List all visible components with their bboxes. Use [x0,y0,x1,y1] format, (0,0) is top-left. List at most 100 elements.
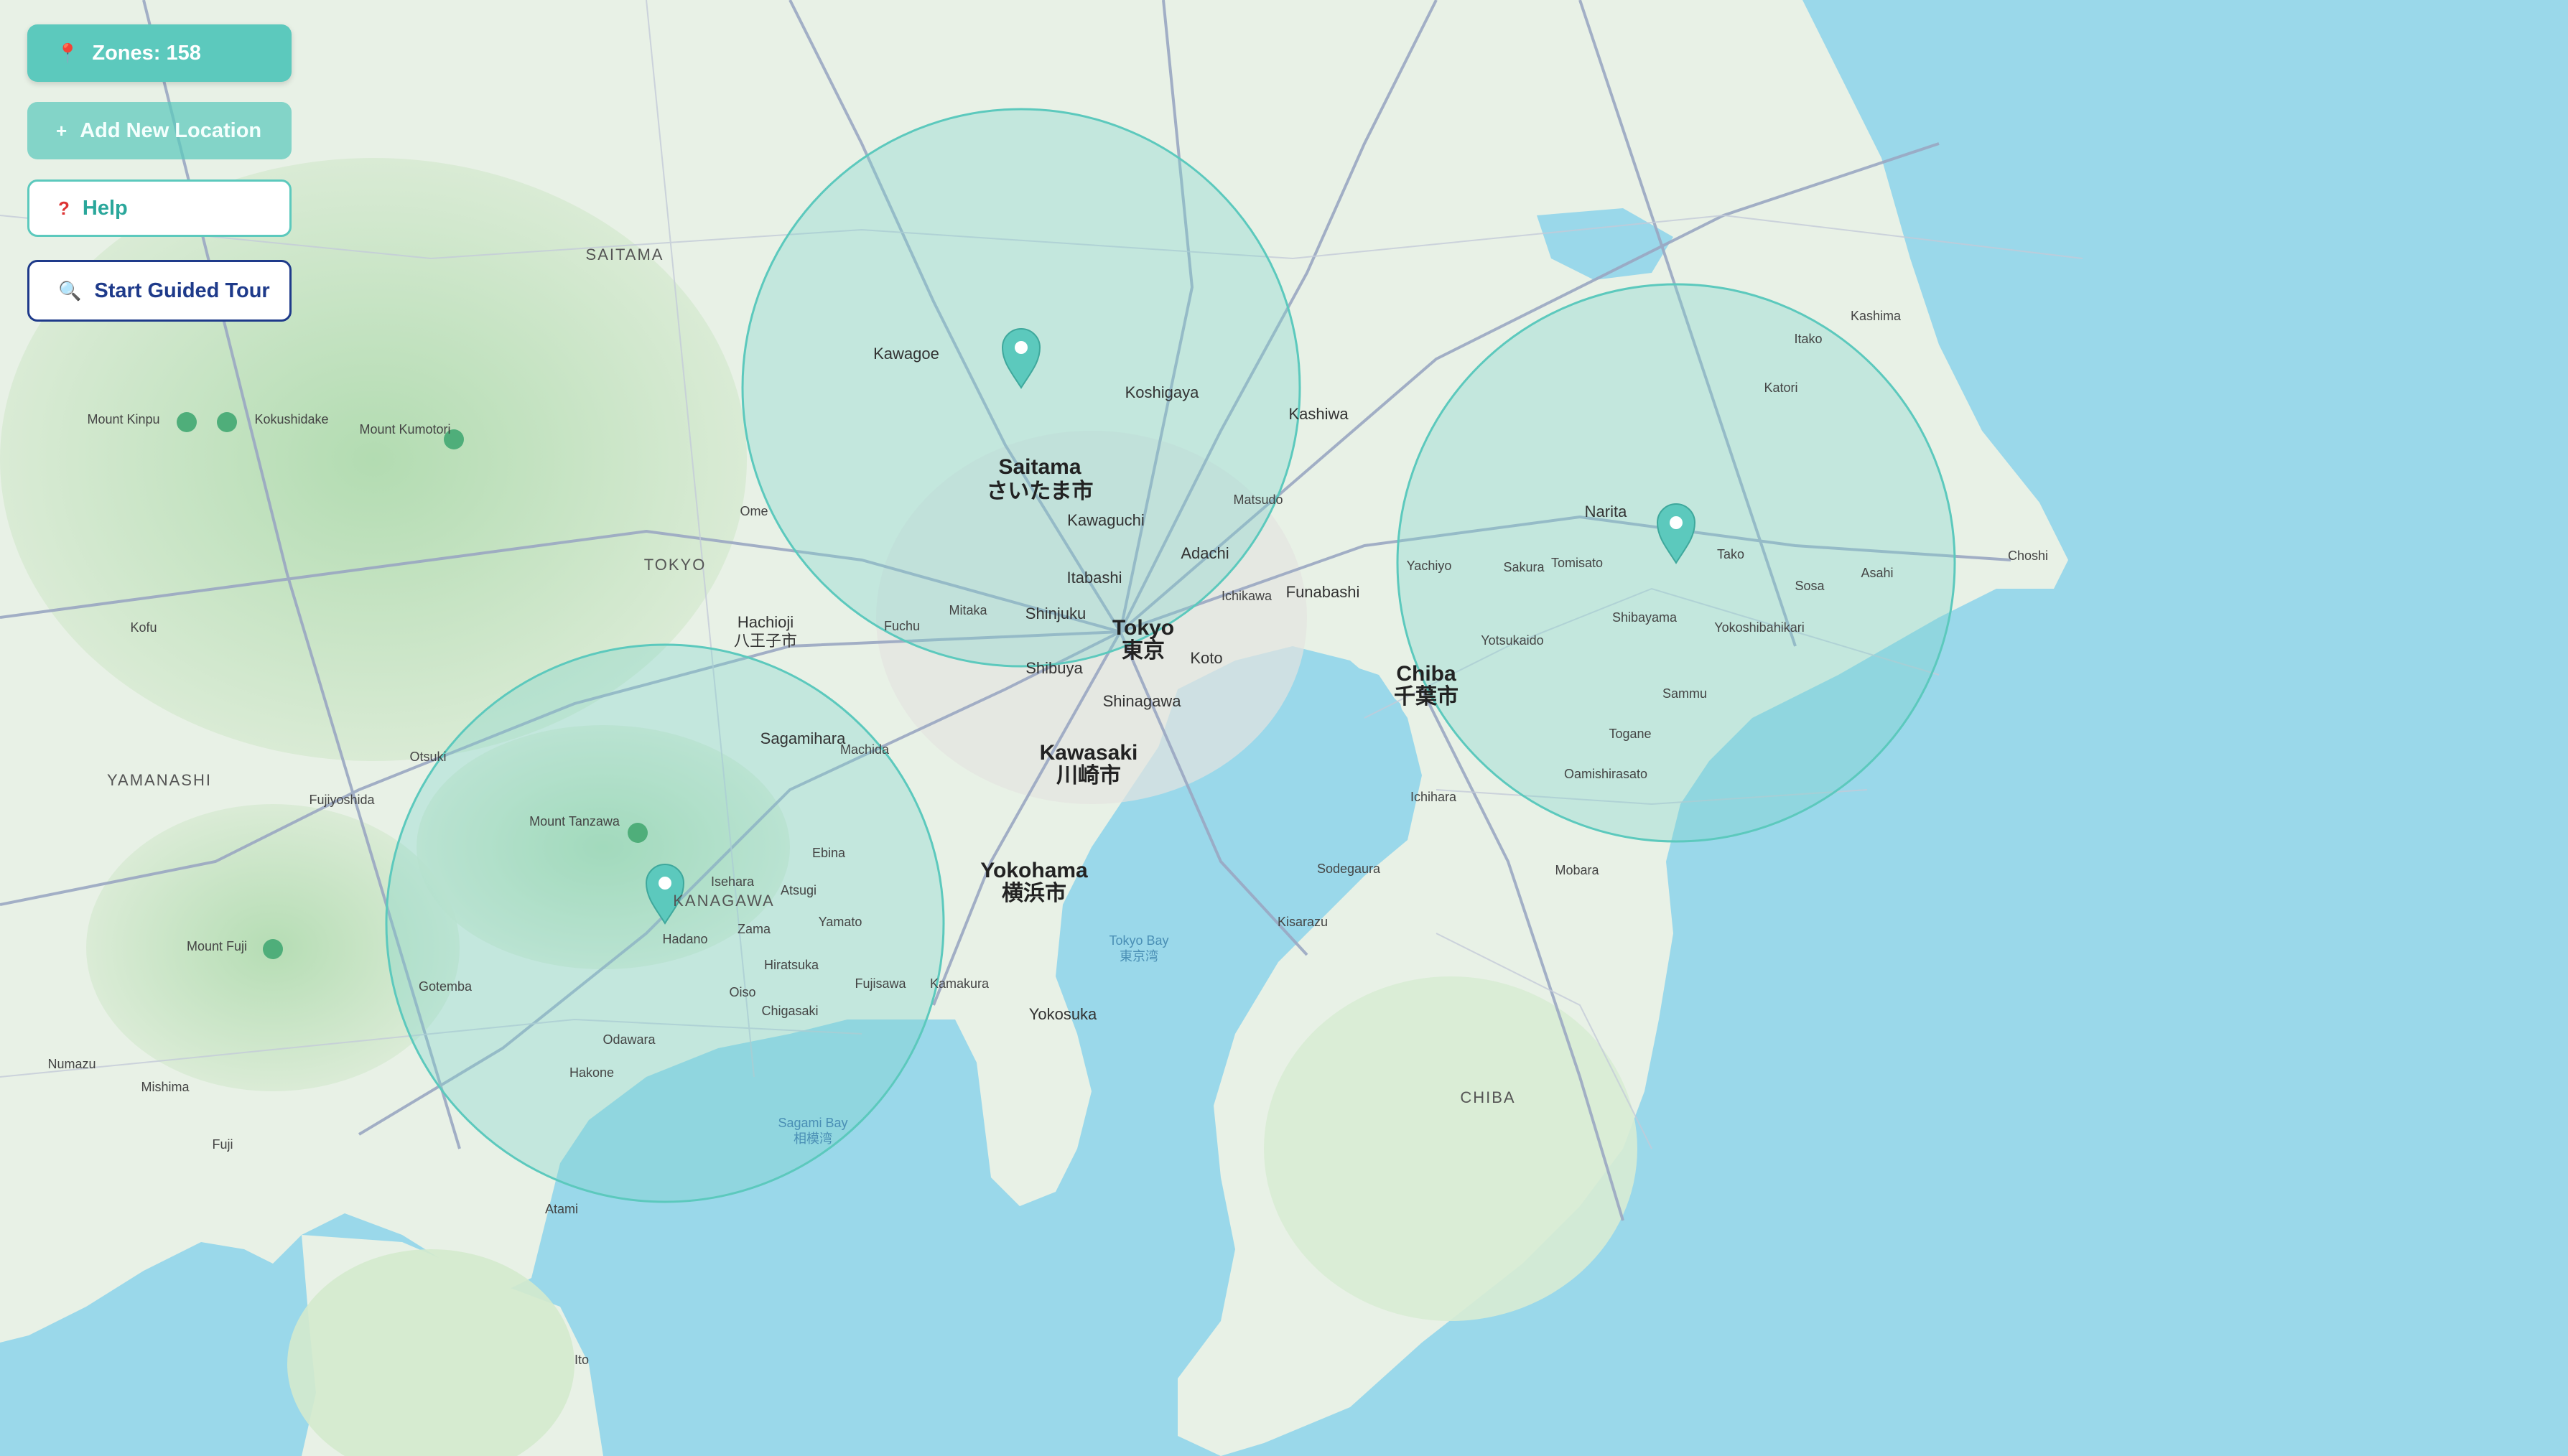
city-label: Zama [738,922,771,936]
city-label: Ito [574,1353,589,1367]
mountain-label: Mount Kumotori [359,422,450,437]
city-label: Yokohama [980,859,1088,882]
help-button[interactable]: ? Help [27,179,292,237]
city-label: Sagamihara [760,729,846,747]
city-label: Saitama [998,455,1081,479]
city-label: Kashiwa [1288,405,1349,423]
city-label: Sammu [1662,686,1707,701]
city-label: Tomisato [1551,556,1603,570]
question-icon: ? [58,197,70,219]
city-label: Isehara [711,874,755,889]
city-label: Fujisawa [855,976,906,991]
city-label: Hiratsuka [764,958,819,972]
city-label: Tokyo [1112,616,1174,640]
city-label: Asahi [1861,566,1893,580]
mountain-label: Mount Tanzawa [529,814,620,829]
city-label: Fuji [212,1137,233,1152]
city-label: Katori [1764,381,1797,395]
mountain-icon [217,412,237,432]
start-tour-label: Start Guided Tour [94,279,270,302]
city-label: Shibuya [1025,659,1083,677]
city-label: Ebina [812,846,846,860]
city-label: Itako [1794,332,1822,346]
city-label: Oamishirasato [1564,767,1647,781]
city-label: Shibayama [1612,610,1678,625]
city-label: Chiba [1396,662,1456,686]
prefecture-label: KANAGAWA [673,892,775,910]
city-label: Mobara [1555,863,1599,877]
city-label: Hachioji [738,613,794,631]
prefecture-label: CHIBA [1460,1088,1515,1106]
city-label: Numazu [47,1057,96,1071]
zones-count-button[interactable]: 📍 Zones: 158 [27,24,292,82]
city-label: Tako [1717,547,1744,561]
city-label: Funabashi [1286,583,1360,601]
city-label: Choshi [2008,549,2048,563]
city-label: Hakone [569,1065,614,1080]
city-label: Yokosuka [1029,1005,1097,1023]
plus-icon: + [56,119,68,141]
city-label: Shinjuku [1025,605,1086,622]
city-label: Kawasaki [1040,741,1138,765]
mountain-label: Kokushidake [254,412,328,426]
city-label: Mitaka [949,603,987,617]
help-label: Help [82,196,128,220]
city-label: Kawagoe [873,345,939,363]
city-label: Gotemba [419,979,473,994]
city-label-sub: 東京 [1122,638,1165,663]
city-label-sub: 八王子市 [734,632,797,650]
city-label: Ome [740,504,768,518]
city-label: Odawara [603,1032,656,1047]
city-label: Yamato [819,915,862,929]
city-label: Yotsukaido [1481,633,1543,648]
city-label: Otsuki [409,750,446,764]
city-label: Sosa [1795,579,1825,593]
city-label: Atami [545,1202,578,1216]
city-label: Hadano [662,932,707,946]
city-label: Itabashi [1066,569,1122,587]
city-label-sub: さいたま市 [986,479,1093,503]
city-label: Kawaguchi [1067,511,1145,529]
city-label: Matsudo [1233,493,1283,507]
mountain-label: Mount Kinpu [87,412,159,426]
city-label: Yokoshibahikari [1714,620,1804,635]
city-label: Adachi [1181,544,1229,562]
city-label: Kisarazu [1278,915,1328,929]
city-label: Kamakura [930,976,990,991]
water-label: 東京湾 [1120,949,1158,963]
water-label: Tokyo Bay [1109,933,1168,948]
city-label-sub: 千葉市 [1394,684,1459,709]
city-label: Koshigaya [1125,383,1200,401]
city-label: Fujiyoshida [309,793,375,807]
prefecture-label: SAITAMA [586,246,664,263]
mountain-icon [177,412,197,432]
city-label: Ichihara [1410,790,1457,804]
start-tour-button[interactable]: 🔍 Start Guided Tour [27,260,292,322]
add-location-button[interactable]: + Add New Location [27,102,292,159]
city-label: Sodegaura [1317,862,1381,876]
city-label: Mishima [141,1080,190,1094]
zones-count-label: Zones: 158 [92,41,201,65]
water-label: Sagami Bay [778,1116,847,1130]
map-canvas[interactable]: Saitama さいたま市 Tokyo 東京 Kawasaki 川崎市 Yoko… [0,0,2568,1456]
city-label: Atsugi [781,883,817,897]
city-label: Fuchu [884,619,920,633]
add-location-label: Add New Location [80,118,262,142]
water-label: 相模湾 [794,1131,832,1146]
city-label: Oiso [729,985,755,999]
mountain-label: Mount Fuji [187,939,247,953]
city-label: Machida [840,742,890,757]
city-label-sub: 横浜市 [1002,881,1066,905]
city-label: Ichikawa [1222,589,1273,603]
city-label: Sakura [1503,560,1545,574]
prefecture-label: YAMANASHI [107,771,212,789]
magnifier-icon: 🔍 [58,279,82,302]
city-label: Kofu [130,620,157,635]
city-label: Chigasaki [761,1004,818,1018]
city-label: Shinagawa [1103,692,1182,710]
pin-icon: 📍 [56,42,80,64]
city-label-sub: 川崎市 [1056,763,1121,788]
city-label: Kashima [1851,309,1902,323]
mountain-icon [263,939,283,959]
mountain-region-boso [1264,976,1637,1321]
